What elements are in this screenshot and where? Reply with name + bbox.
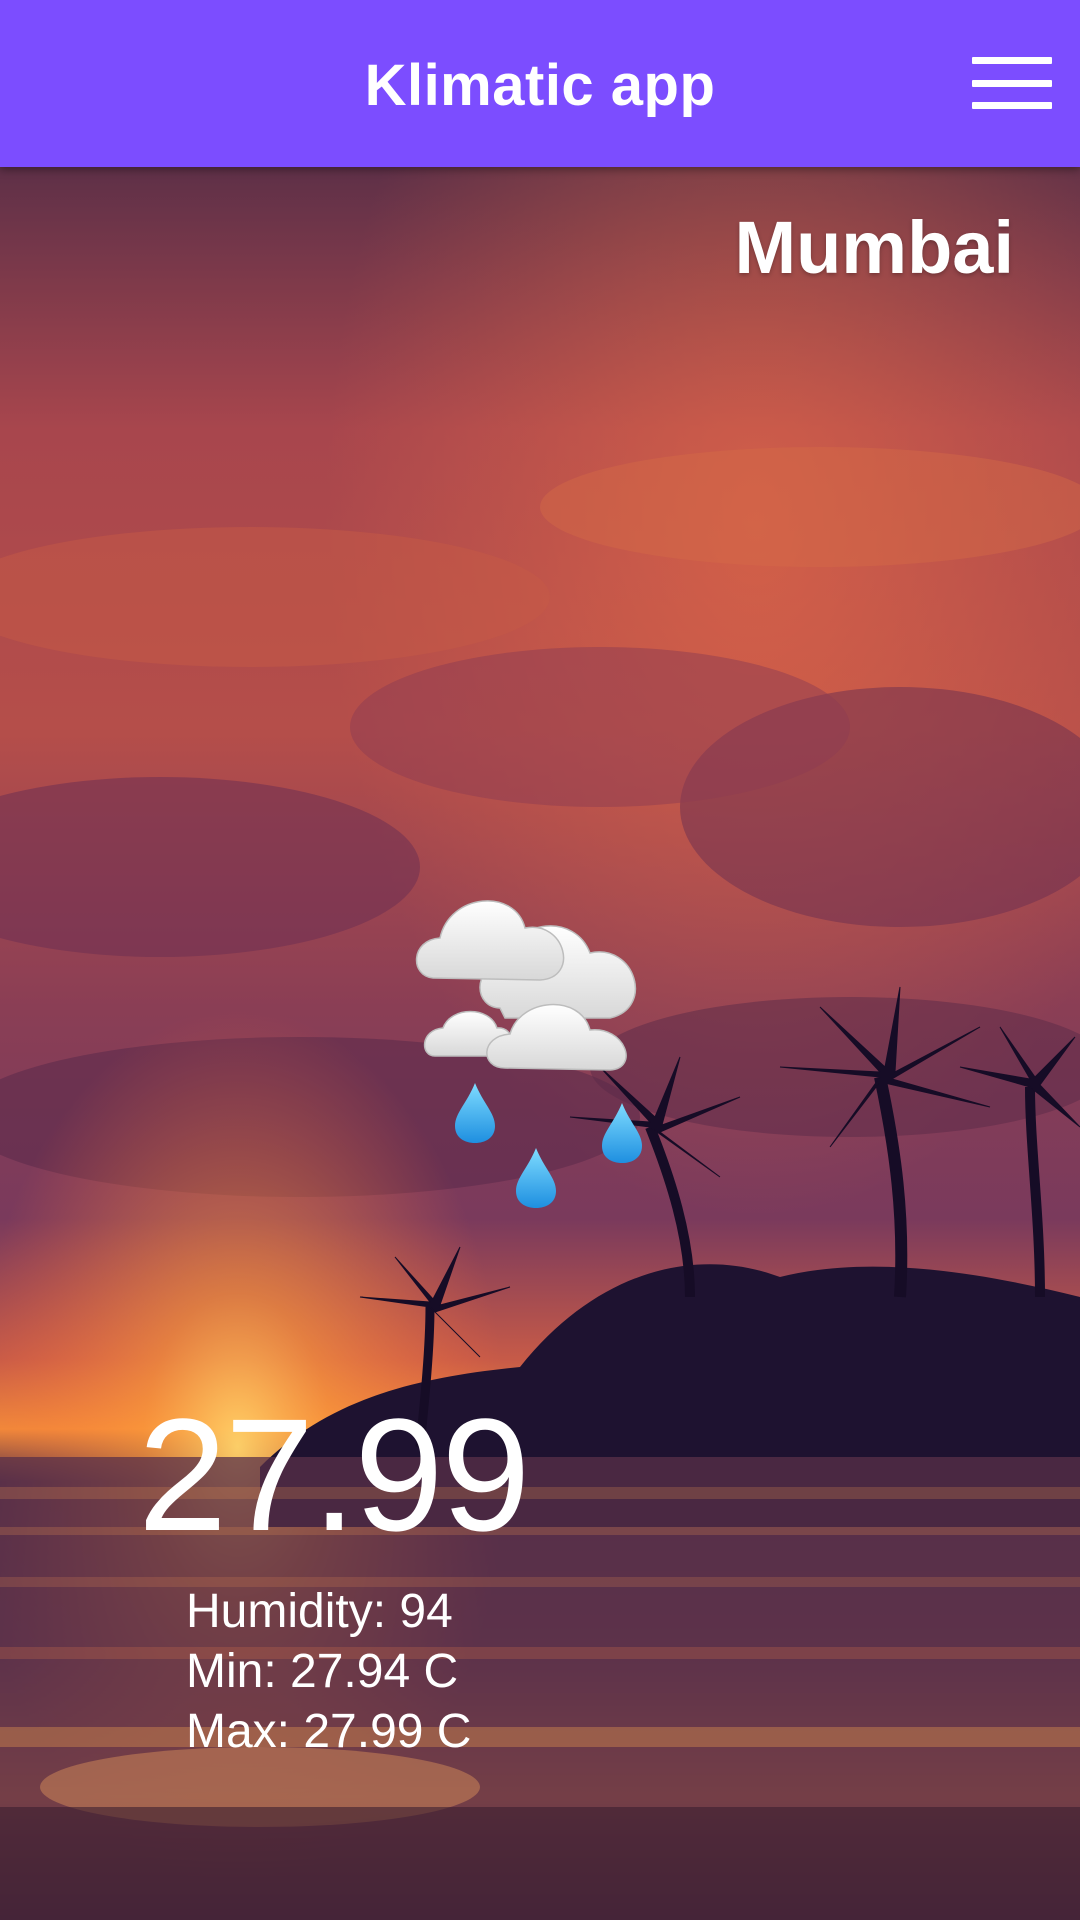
max-temperature-text: Max: 27.99 C xyxy=(186,1705,472,1758)
menu-button[interactable] xyxy=(972,54,1052,112)
city-name: Mumbai xyxy=(734,206,1014,289)
weather-details: Humidity: 94 Min: 27.94 C Max: 27.99 C xyxy=(186,1582,471,1762)
rain-cloud-icon xyxy=(415,900,642,1208)
app-title: Klimatic app xyxy=(364,53,716,118)
temperature-value: 27.99 xyxy=(138,1385,530,1564)
app-bar: Klimatic app xyxy=(0,0,1080,167)
min-temperature-text: Min: 27.94 C xyxy=(186,1645,459,1698)
humidity-text: Humidity: 94 xyxy=(186,1585,453,1638)
